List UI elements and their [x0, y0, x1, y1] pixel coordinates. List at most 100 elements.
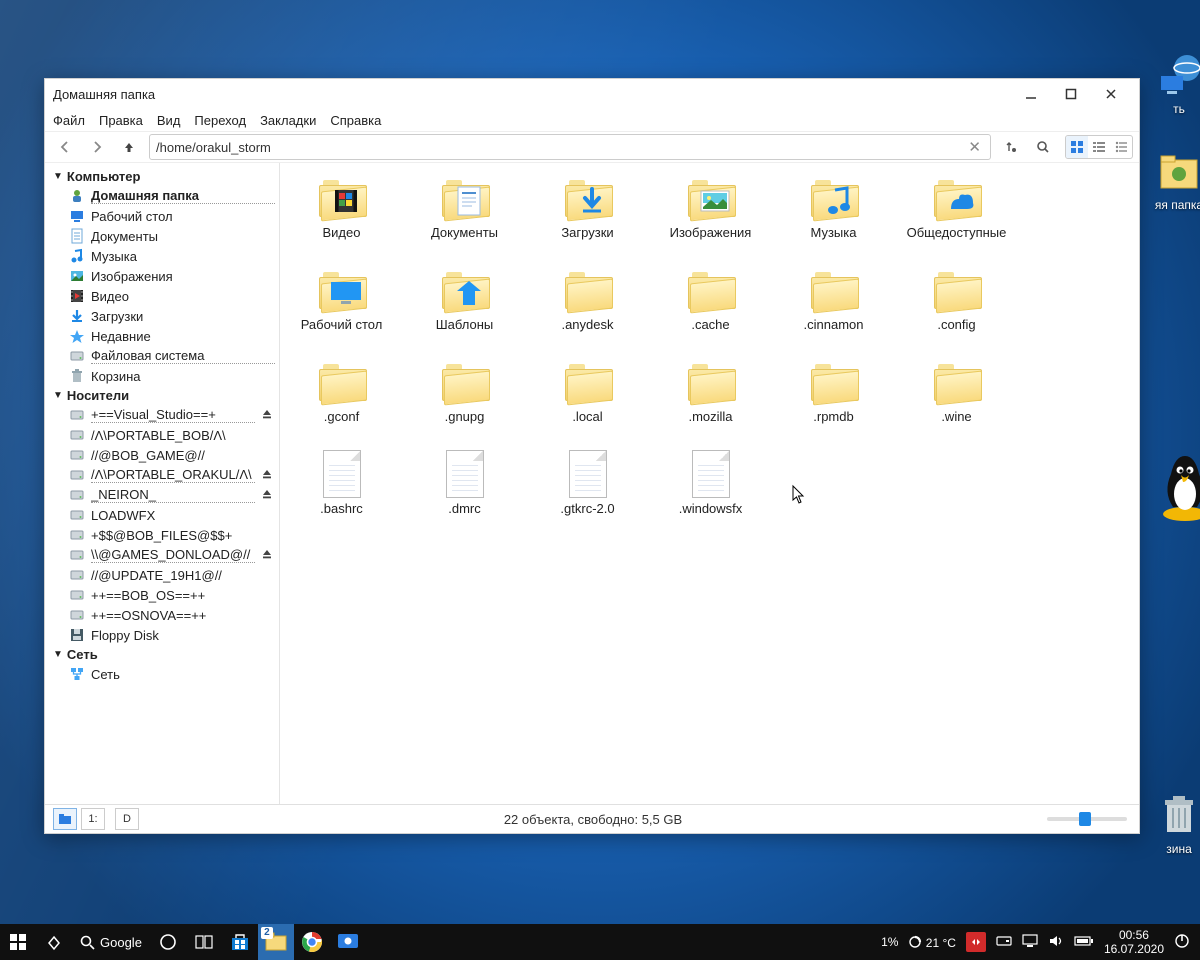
- file-item-17[interactable]: .wine: [895, 355, 1018, 447]
- file-item-0[interactable]: Видео: [280, 171, 403, 263]
- taskbar-search[interactable]: Google: [72, 924, 150, 960]
- status-tab-folder[interactable]: [53, 808, 77, 830]
- cortana-button[interactable]: [150, 924, 186, 960]
- taskview-button[interactable]: [36, 924, 72, 960]
- sidebar-section-2[interactable]: ▼Сеть: [49, 645, 279, 664]
- file-item-12[interactable]: .gconf: [280, 355, 403, 447]
- clock[interactable]: 00:5616.07.2020: [1104, 928, 1164, 957]
- store-button[interactable]: [222, 924, 258, 960]
- sidebar-item-1-4[interactable]: _NEIRON_: [49, 485, 279, 505]
- desktop-icon-1[interactable]: яя папка: [1140, 146, 1200, 212]
- file-manager-taskbar-button[interactable]: 2: [258, 924, 294, 960]
- status-tab-d[interactable]: D: [115, 808, 139, 830]
- menu-3[interactable]: Переход: [194, 113, 246, 128]
- sidebar-item-0-0[interactable]: Домашняя папка: [49, 186, 279, 206]
- sidebar-item-1-7[interactable]: \\@GAMES_DONLOAD@//: [49, 545, 279, 565]
- menu-1[interactable]: Правка: [99, 113, 143, 128]
- address-bar[interactable]: /home/orakul_storm ✕: [149, 134, 991, 160]
- sidebar-section-0[interactable]: ▼Компьютер: [49, 167, 279, 186]
- workspaces-button[interactable]: [186, 924, 222, 960]
- anydesk-tray-icon[interactable]: [966, 932, 986, 952]
- battery-tray-icon[interactable]: [1074, 935, 1094, 950]
- power-tray-icon[interactable]: [1174, 933, 1190, 952]
- sidebar-item-0-2[interactable]: Документы: [49, 226, 279, 246]
- sidebar-item-0-4[interactable]: Изображения: [49, 266, 279, 286]
- close-button[interactable]: [1091, 81, 1131, 107]
- eject-icon[interactable]: [261, 408, 275, 423]
- back-button[interactable]: [51, 133, 79, 161]
- sidebar-item-1-8[interactable]: //@UPDATE_19H1@//: [49, 565, 279, 585]
- menu-2[interactable]: Вид: [157, 113, 181, 128]
- display-tray-icon[interactable]: [1022, 934, 1038, 951]
- search-button[interactable]: [1029, 133, 1057, 161]
- sidebar-item-1-6[interactable]: +$$@BOB_FILES@$$+: [49, 525, 279, 545]
- zoom-knob[interactable]: [1079, 812, 1091, 826]
- eject-icon[interactable]: [261, 548, 275, 563]
- volume-tray-icon[interactable]: [1048, 934, 1064, 951]
- sidebar-item-1-10[interactable]: ++==OSNOVA==++: [49, 605, 279, 625]
- sidebar-item-1-5[interactable]: LOADWFX: [49, 505, 279, 525]
- file-item-20[interactable]: .gtkrc-2.0: [526, 447, 649, 539]
- disk-tray-icon[interactable]: [996, 935, 1012, 950]
- sidebar-item-1-3[interactable]: /Λ\PORTABLE_ORAKUL/Λ\: [49, 465, 279, 485]
- sidebar-item-1-2[interactable]: //@BOB_GAME@//: [49, 445, 279, 465]
- sidebar-item-0-8[interactable]: Файловая система: [49, 346, 279, 366]
- sidebar-item-1-11[interactable]: Floppy Disk: [49, 625, 279, 645]
- start-button[interactable]: [0, 924, 36, 960]
- sidebar-item-2-0[interactable]: Сеть: [49, 664, 279, 684]
- sidebar-item-0-9[interactable]: Корзина: [49, 366, 279, 386]
- file-item-4[interactable]: Музыка: [772, 171, 895, 263]
- file-item-18[interactable]: .bashrc: [280, 447, 403, 539]
- list-view-button[interactable]: [1088, 136, 1110, 158]
- sidebar-item-0-7[interactable]: Недавние: [49, 326, 279, 346]
- sidebar-item-1-9[interactable]: ++==BOB_OS==++: [49, 585, 279, 605]
- file-item-7[interactable]: Шаблоны: [403, 263, 526, 355]
- sidebar-item-1-0[interactable]: +==Visual_Studio==+: [49, 405, 279, 425]
- screenshot-button[interactable]: [330, 924, 366, 960]
- eject-icon[interactable]: [261, 488, 275, 503]
- toggle-path-button[interactable]: [997, 133, 1025, 161]
- desktop[interactable]: ть яя папка зина Домашняя папка Файл Правка…: [0, 0, 1200, 960]
- file-item-5[interactable]: Общедоступные: [895, 171, 1018, 263]
- sidebar-section-1[interactable]: ▼Носители: [49, 386, 279, 405]
- chrome-button[interactable]: [294, 924, 330, 960]
- file-item-10[interactable]: .cinnamon: [772, 263, 895, 355]
- forward-button[interactable]: [83, 133, 111, 161]
- file-item-3[interactable]: Изображения: [649, 171, 772, 263]
- zoom-slider[interactable]: [1047, 817, 1127, 821]
- file-item-1[interactable]: Документы: [403, 171, 526, 263]
- desktop-icon-0[interactable]: ть: [1140, 50, 1200, 116]
- file-item-11[interactable]: .config: [895, 263, 1018, 355]
- file-item-19[interactable]: .dmrc: [403, 447, 526, 539]
- eject-icon[interactable]: [261, 468, 275, 483]
- titlebar[interactable]: Домашняя папка: [45, 79, 1139, 109]
- sidebar-item-1-1[interactable]: /Λ\PORTABLE_BOB/Λ\: [49, 425, 279, 445]
- weather[interactable]: 21 °C: [908, 935, 956, 950]
- menu-0[interactable]: Файл: [53, 113, 85, 128]
- file-item-2[interactable]: Загрузки: [526, 171, 649, 263]
- desktop-icon-3[interactable]: зина: [1140, 790, 1200, 856]
- file-item-8[interactable]: .anydesk: [526, 263, 649, 355]
- icons-view-button[interactable]: [1066, 136, 1088, 158]
- file-item-14[interactable]: .local: [526, 355, 649, 447]
- file-item-6[interactable]: Рабочий стол: [280, 263, 403, 355]
- menu-4[interactable]: Закладки: [260, 113, 316, 128]
- maximize-button[interactable]: [1051, 81, 1091, 107]
- file-item-16[interactable]: .rpmdb: [772, 355, 895, 447]
- sidebar-item-0-1[interactable]: Рабочий стол: [49, 206, 279, 226]
- file-item-9[interactable]: .cache: [649, 263, 772, 355]
- file-item-21[interactable]: .windowsfx: [649, 447, 772, 539]
- up-button[interactable]: [115, 133, 143, 161]
- menu-5[interactable]: Справка: [330, 113, 381, 128]
- status-tab-tree[interactable]: 1:: [81, 808, 105, 830]
- file-item-13[interactable]: .gnupg: [403, 355, 526, 447]
- file-item-15[interactable]: .mozilla: [649, 355, 772, 447]
- cpu-usage[interactable]: 1%: [881, 935, 898, 949]
- minimize-button[interactable]: [1011, 81, 1051, 107]
- sidebar-item-0-6[interactable]: Загрузки: [49, 306, 279, 326]
- desktop-icon-2[interactable]: [1140, 452, 1200, 504]
- clear-address-icon[interactable]: ✕: [965, 138, 984, 156]
- compact-view-button[interactable]: [1110, 136, 1132, 158]
- sidebar-item-0-3[interactable]: Музыка: [49, 246, 279, 266]
- files-pane[interactable]: Видео Документы Загрузки Изображения Муз…: [280, 163, 1139, 804]
